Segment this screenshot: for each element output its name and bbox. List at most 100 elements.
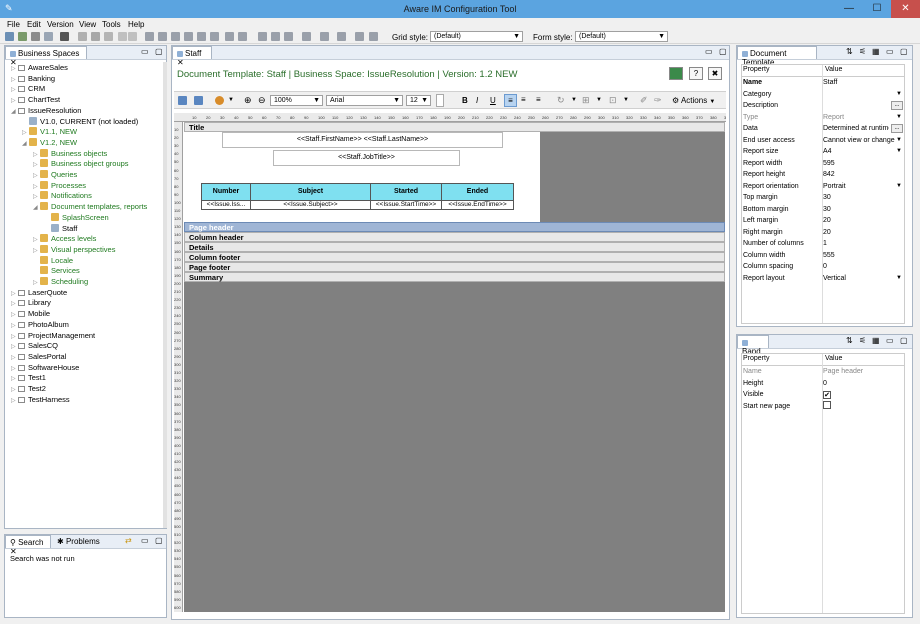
tree-item[interactable]: ◢ IssueResolution (11, 105, 81, 116)
spacing-icon[interactable]: ⊡ (609, 95, 617, 106)
tree-item[interactable]: ▷ Access levels (33, 233, 96, 244)
tree-item[interactable]: Staff (44, 223, 77, 234)
band-summary[interactable]: Summary (184, 272, 725, 282)
band-page-header[interactable]: Page header (184, 222, 725, 232)
property-value[interactable]: 555 (823, 250, 901, 261)
color-palette-icon[interactable] (215, 96, 224, 105)
tree-item[interactable]: ▷ SalesCQ (11, 340, 58, 351)
align-center-icon[interactable]: ≡ (521, 95, 526, 104)
undo-icon[interactable] (118, 32, 127, 41)
property-value[interactable]: 20 (823, 215, 901, 226)
table-header-started[interactable]: Started (370, 183, 442, 201)
tab-document-template[interactable]: Document Template (737, 46, 817, 67)
chevron-down-icon[interactable]: ▼ (623, 97, 629, 103)
chevron-down-icon[interactable]: ▼ (896, 181, 902, 192)
table-cell-subject[interactable]: <<Issue.Subject>> (250, 200, 371, 210)
minimize-button[interactable]: — (835, 0, 863, 18)
table-header-ended[interactable]: Ended (441, 183, 514, 201)
property-row[interactable]: Category ▼ (741, 89, 904, 101)
chevron-down-icon[interactable]: ▼ (896, 273, 902, 284)
property-value[interactable]: 842 (823, 169, 901, 180)
menu-view[interactable]: View (79, 20, 96, 29)
tree-item[interactable]: ▷ Test2 (11, 383, 46, 394)
actions-button[interactable]: ⚙ Actions ▼ (672, 96, 715, 105)
ellipsis-button[interactable]: ... (891, 101, 903, 110)
band-property-row[interactable]: Height 0 (741, 378, 904, 390)
property-row[interactable]: Number of columns 1 (741, 238, 904, 250)
tree-item[interactable]: ▷ AwareSales (11, 62, 68, 73)
tree-item[interactable]: ◢ Document templates, reports (33, 201, 147, 212)
property-row[interactable]: Column spacing 0 (741, 261, 904, 273)
tree-item[interactable]: ▷ Business objects (33, 148, 107, 159)
minimize-panel-icon[interactable]: ▭ (886, 47, 894, 56)
border-icon[interactable]: ⊞ (582, 95, 590, 106)
zoom-select[interactable]: 100% ▼ (270, 95, 323, 106)
expand-toggle-icon[interactable]: ◢ (11, 107, 18, 118)
band-title[interactable]: Title (184, 122, 725, 132)
tab-staff[interactable]: Staff ✕ (172, 46, 212, 67)
table-cell-number[interactable]: <<Issue.Iss... (201, 200, 251, 210)
redo-icon[interactable] (128, 32, 137, 41)
band-column-header[interactable]: Column header (184, 232, 725, 242)
property-row[interactable]: Data Determined at runtime... (741, 123, 904, 135)
tab-search[interactable]: ⚲ Search ✕ (5, 535, 51, 556)
save-icon[interactable] (31, 32, 40, 41)
checkbox[interactable] (823, 400, 831, 409)
layout-icon[interactable]: ▦ (872, 47, 880, 56)
import-icon[interactable] (284, 32, 293, 41)
property-row[interactable]: Description... (741, 100, 904, 112)
band-property-row[interactable]: Start new page (741, 400, 904, 413)
font-select[interactable]: Arial ▼ (326, 95, 403, 106)
chevron-down-icon[interactable]: ▼ (896, 112, 902, 123)
band-page-footer[interactable]: Page footer (184, 262, 725, 272)
property-row[interactable]: Report layout Vertical ▼ (741, 273, 904, 285)
form-style-select[interactable]: (Default) ▼ (575, 31, 668, 42)
tab-problems[interactable]: ✱ Problems (57, 537, 100, 546)
field-staff-name[interactable]: <<Staff.FirstName>> <<Staff.LastName>> (222, 132, 503, 148)
tree-scrollbar[interactable] (163, 62, 167, 528)
property-row[interactable]: Report size A4 ▼ (741, 146, 904, 158)
maximize-panel-icon[interactable]: ▢ (900, 336, 908, 345)
tree-item[interactable]: ▷ TestHarness (11, 394, 70, 405)
groups-icon[interactable] (158, 32, 167, 41)
chevron-down-icon[interactable]: ▼ (571, 97, 577, 103)
maximize-panel-icon[interactable]: ▢ (900, 47, 908, 56)
help-button[interactable]: ? (689, 67, 703, 80)
property-row[interactable]: Column width 555 (741, 250, 904, 262)
tree-item[interactable]: ▷ Notifications (33, 190, 92, 201)
sort-icon[interactable]: ⇅ (846, 336, 853, 345)
rules-icon[interactable] (197, 32, 206, 41)
minimize-panel-icon[interactable]: ▭ (141, 47, 149, 56)
tree-item[interactable]: V1.0, CURRENT (not loaded) (22, 116, 138, 127)
templates-icon[interactable] (238, 32, 247, 41)
menu-edit[interactable]: Edit (27, 20, 41, 29)
align-right-icon[interactable]: ≡ (536, 95, 541, 104)
queries-icon[interactable] (171, 32, 180, 41)
tree-item[interactable]: ▷ Scheduling (33, 276, 88, 287)
property-row[interactable]: Top margin 30 (741, 192, 904, 204)
expand-toggle-icon[interactable]: ◢ (33, 203, 40, 214)
property-row[interactable]: End user access Cannot view or change ▼ (741, 135, 904, 147)
paste-icon[interactable] (104, 32, 113, 41)
tab-band[interactable]: Band (737, 335, 769, 356)
tree-item[interactable]: ▷ V1.1, NEW (22, 126, 77, 137)
delete-icon[interactable] (60, 32, 69, 41)
property-row[interactable]: Report orientation Portrait ▼ (741, 181, 904, 193)
chevron-down-icon[interactable]: ▼ (896, 146, 902, 157)
format-painter-icon[interactable]: ✐ (640, 95, 648, 106)
menu-help[interactable]: Help (128, 20, 144, 29)
expand-toggle-icon[interactable]: ▷ (11, 396, 18, 407)
filter-icon[interactable]: ⚟ (859, 47, 866, 56)
chevron-down-icon[interactable]: ▼ (896, 135, 902, 146)
insert-table-icon[interactable] (194, 96, 203, 105)
copy-icon[interactable] (91, 32, 100, 41)
band-column-footer[interactable]: Column footer (184, 252, 725, 262)
ellipsis-button[interactable]: ... (891, 124, 903, 133)
property-value[interactable]: 1 (823, 238, 901, 249)
tree-item[interactable]: ▷ Visual perspectives (33, 244, 115, 255)
grid-style-select[interactable]: (Default) ▼ (430, 31, 523, 42)
sort-icon[interactable]: ⇅ (846, 47, 853, 56)
chevron-down-icon[interactable]: ▼ (596, 97, 602, 103)
run-icon[interactable] (355, 32, 364, 41)
property-checkbox[interactable]: ✔ (823, 389, 901, 400)
